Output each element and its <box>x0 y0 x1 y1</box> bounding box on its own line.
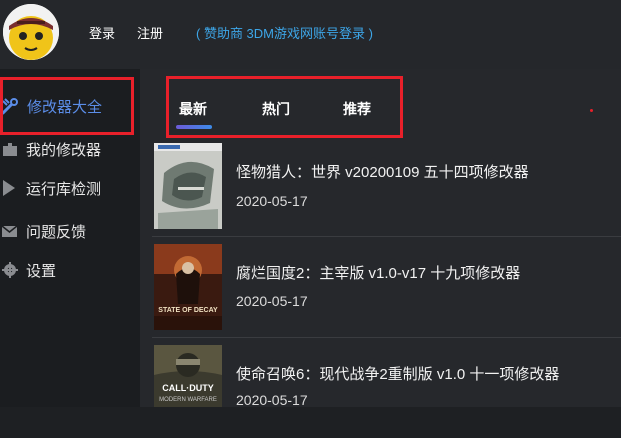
tabs-highlight-box <box>166 76 403 138</box>
sponsor-login-link[interactable]: ( 赞助商 3DM游戏网账号登录 ) <box>196 23 373 42</box>
trainer-title[interactable]: 怪物猎人：世界 v20200109 五十四项修改器 <box>236 161 529 182</box>
mail-icon <box>0 221 20 241</box>
top-bar: 登录 注册 ( 赞助商 3DM游戏网账号登录 ) <box>0 0 621 69</box>
avatar-image <box>3 4 59 60</box>
monster-hunter-cover[interactable] <box>154 143 222 229</box>
sidebar-item-my-trainers[interactable]: 我的修改器 <box>0 132 140 166</box>
cod-subtitle-text: MODERN WARFARE <box>159 397 217 403</box>
cod-logo-text: CALL·DUTY <box>162 383 214 393</box>
sod-logo-text: STATE OF DECAY <box>158 307 218 314</box>
trainer-date: 2020-05-17 <box>236 193 308 209</box>
avatar[interactable] <box>3 4 59 60</box>
sidebar-item-label: 设置 <box>26 262 57 280</box>
trainer-title[interactable]: 使命召唤6：现代战争2重制版 v1.0 十一项修改器 <box>236 363 559 384</box>
call-of-duty-cover[interactable]: CALL·DUTY MODERN WARFARE <box>154 345 222 407</box>
gear-icon <box>0 260 20 280</box>
play-icon <box>0 178 20 198</box>
sidebar-item-settings[interactable]: 设置 <box>0 253 140 287</box>
sidebar-item-label: 问题反馈 <box>26 223 87 241</box>
login-link[interactable]: 登录 <box>89 23 115 42</box>
notification-dot <box>590 109 593 112</box>
trainer-date: 2020-05-17 <box>236 392 308 408</box>
state-of-decay-cover[interactable]: STATE OF DECAY <box>154 244 222 330</box>
trainer-title[interactable]: 腐烂国度2：主宰版 v1.0-v17 十九项修改器 <box>236 262 520 283</box>
sidebar-item-runtime-check[interactable]: 运行库检测 <box>0 171 140 205</box>
sidebar-item-feedback[interactable]: 问题反馈 <box>0 214 140 248</box>
puzzle-icon <box>0 139 20 159</box>
sidebar-highlight-box <box>0 77 134 135</box>
register-link[interactable]: 注册 <box>137 23 163 42</box>
trainer-date: 2020-05-17 <box>236 293 308 309</box>
sidebar-item-label: 我的修改器 <box>26 141 102 159</box>
sidebar-item-label: 运行库检测 <box>26 180 102 198</box>
